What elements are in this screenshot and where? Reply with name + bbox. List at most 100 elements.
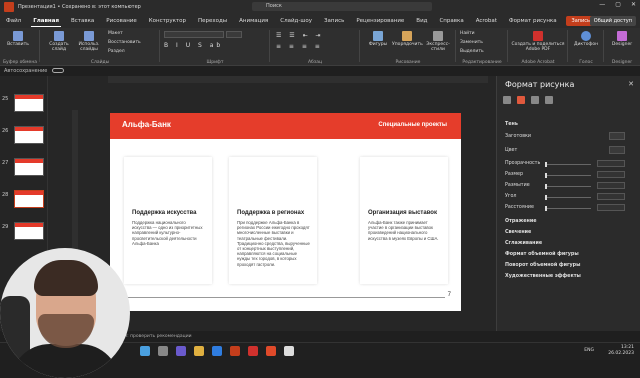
tab-slideshow[interactable]: Слайд-шоу (278, 16, 314, 26)
card-regions[interactable]: Поддержка в регионах При поддержке Альфа… (229, 157, 317, 284)
minimize-button[interactable]: — (599, 1, 605, 8)
picture-icon[interactable] (545, 96, 553, 104)
clock[interactable]: 13:21 26.02.2023 (608, 345, 634, 357)
taskbar-icons (140, 346, 294, 356)
slide-thumbnail[interactable] (14, 158, 44, 176)
brand-logo-text: Альфа-Банк (122, 120, 171, 129)
size-slider[interactable] (545, 173, 591, 178)
create-pdf-button[interactable]: Создать и поделиться Adobe PDF (510, 31, 566, 52)
section-button[interactable]: Раздел (108, 49, 125, 54)
effects-icon[interactable] (517, 96, 525, 104)
font-size-select[interactable] (226, 31, 242, 38)
quick-styles-icon (433, 31, 443, 41)
tab-view[interactable]: Вид (414, 16, 429, 26)
acrobat-icon[interactable] (248, 346, 258, 356)
slide-thumbnail[interactable] (14, 222, 44, 240)
angle-input[interactable] (597, 193, 625, 200)
slide-thumbnail[interactable] (14, 126, 44, 144)
align-buttons[interactable]: ≡ ≡ ≡ ≡ (276, 43, 323, 50)
card-art-support[interactable]: Поддержка искусства Поддержка национальн… (124, 157, 212, 284)
designer-button[interactable]: Designer (606, 31, 638, 47)
tab-picture-format[interactable]: Формат рисунка (507, 16, 559, 26)
dictate-button[interactable]: Диктофон (570, 31, 602, 47)
reset-button[interactable]: Восстановить (108, 40, 141, 45)
search-placeholder: Поиск (266, 3, 282, 9)
group-font: B I U S ab Шрифт (160, 28, 270, 66)
section-soft-edges[interactable]: Сглаживание (505, 241, 542, 246)
arrange-button[interactable]: Упорядочить (392, 31, 423, 47)
tab-help[interactable]: Справка (437, 16, 465, 26)
autosave-toggle[interactable] (51, 68, 64, 73)
teams-icon[interactable] (176, 346, 186, 356)
section-shadow[interactable]: Тень (505, 122, 518, 127)
font-style-buttons[interactable]: B I U S ab (164, 42, 223, 49)
ribbon-tabs: Файл Главная Вставка Рисование Конструкт… (0, 14, 640, 28)
maximize-button[interactable]: ▢ (615, 1, 621, 8)
select-button[interactable]: Выделить (460, 49, 484, 54)
search-input[interactable]: Поиск (252, 2, 432, 11)
row-blur: Размытие (505, 183, 530, 188)
slide-header-title: Специальные проекты (378, 122, 447, 128)
tab-animations[interactable]: Анимация (237, 16, 270, 26)
transparency-input[interactable] (597, 160, 625, 167)
size-input[interactable] (597, 171, 625, 178)
tab-draw[interactable]: Рисование (104, 16, 138, 26)
presets-select[interactable] (609, 132, 625, 140)
explorer-icon[interactable] (194, 346, 204, 356)
color-select[interactable] (609, 146, 625, 154)
blur-slider[interactable] (545, 184, 591, 189)
section-reflection[interactable]: Отражение (505, 219, 536, 224)
find-button[interactable]: Найти (460, 31, 475, 36)
tab-transitions[interactable]: Переходы (196, 16, 229, 26)
slide-canvas[interactable]: Альфа-Банк Специальные проекты Поддержка… (110, 113, 461, 311)
font-name-select[interactable] (164, 31, 224, 38)
thumb-number: 28 (2, 192, 9, 198)
blur-input[interactable] (597, 182, 625, 189)
section-glow[interactable]: Свечение (505, 230, 531, 235)
close-button[interactable]: ✕ (631, 1, 636, 8)
group-paragraph: ☰ ☰ ⇤ ⇥ ≡ ≡ ≡ ≡ Абзац (270, 28, 360, 66)
slide-thumbnail-selected[interactable] (14, 190, 44, 208)
tab-design[interactable]: Конструктор (147, 16, 188, 26)
distance-input[interactable] (597, 204, 625, 211)
clock-date: 26.02.2023 (608, 351, 634, 356)
section-3d-format[interactable]: Формат объемной фигуры (505, 252, 579, 257)
powerpoint-icon[interactable] (230, 346, 240, 356)
section-artistic-effects[interactable]: Художественные эффекты (505, 274, 581, 279)
tab-record[interactable]: Запись (322, 16, 346, 26)
card-text: Поддержка национального искусства — одно… (132, 220, 203, 246)
thumb-number: 27 (2, 160, 9, 166)
tab-home[interactable]: Главная (31, 16, 61, 27)
card-exhibitions[interactable]: Организация выставок Альфа-Банк также пр… (360, 157, 448, 284)
app-icon[interactable] (284, 346, 294, 356)
slide-header: Альфа-Банк Специальные проекты (110, 113, 461, 139)
distance-slider[interactable] (545, 206, 591, 211)
slide-thumbnail[interactable] (14, 94, 44, 112)
language-indicator[interactable]: ENG (584, 348, 594, 353)
angle-slider[interactable] (545, 195, 591, 200)
start-icon[interactable] (140, 346, 150, 356)
share-button[interactable]: Общий доступ (589, 16, 636, 26)
quick-styles-button[interactable]: Экспресс-стили (422, 31, 454, 52)
tab-review[interactable]: Рецензирование (354, 16, 406, 26)
new-slide-button[interactable]: Создать слайд (44, 31, 74, 52)
shapes-button[interactable]: Фигуры (364, 31, 392, 47)
transparency-slider[interactable] (545, 162, 591, 167)
list-buttons[interactable]: ☰ ☰ ⇤ ⇥ (276, 32, 324, 39)
panel-close-icon[interactable]: ✕ (628, 80, 634, 88)
reuse-slides-button[interactable]: Использ. слайды (74, 31, 104, 52)
tab-acrobat[interactable]: Acrobat (474, 16, 499, 26)
tab-insert[interactable]: Вставка (69, 16, 96, 26)
edge-icon[interactable] (212, 346, 222, 356)
search-icon[interactable] (158, 346, 168, 356)
replace-button[interactable]: Заменить (460, 40, 483, 45)
fill-line-icon[interactable] (503, 96, 511, 104)
tab-file[interactable]: Файл (4, 16, 23, 26)
layout-button[interactable]: Макет (108, 31, 123, 36)
page-number: 7 (447, 292, 451, 298)
record-icon[interactable] (266, 346, 276, 356)
designer-icon (617, 31, 627, 41)
section-3d-rotation[interactable]: Поворот объемной фигуры (505, 263, 580, 268)
paste-button[interactable]: Вставить (4, 31, 32, 47)
size-properties-icon[interactable] (531, 96, 539, 104)
